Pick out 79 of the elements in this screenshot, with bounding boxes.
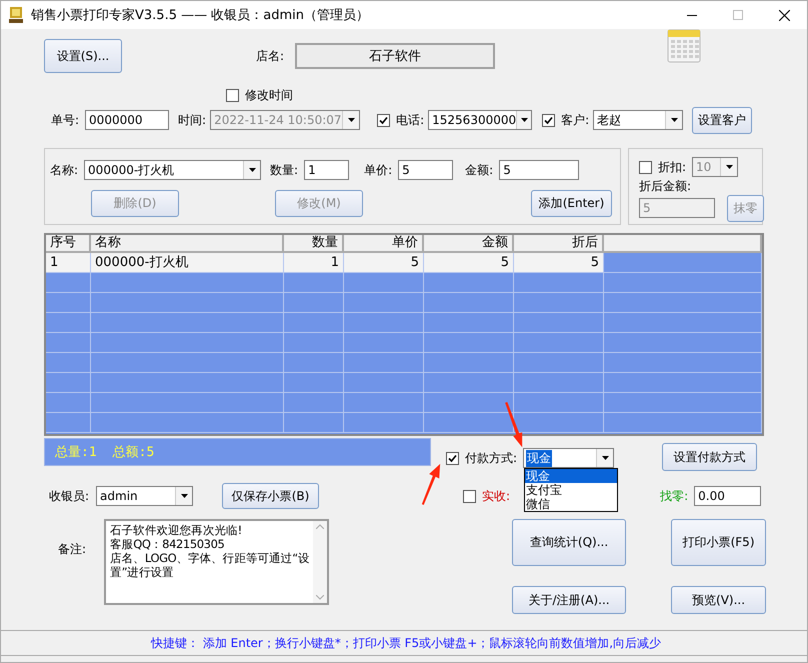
column-header: 折后 (514, 235, 604, 253)
settings-button[interactable]: 设置(S)... (44, 39, 122, 73)
combo-value: 000000-打火机 (87, 162, 174, 178)
table-cell (284, 373, 344, 393)
received-label: 实收: (482, 488, 510, 504)
customer-dropdown[interactable]: 老赵 (593, 110, 684, 130)
time-label: 时间: (178, 112, 206, 128)
action-button[interactable]: 预览(V)... (671, 586, 766, 614)
table-cell: 1 (284, 253, 344, 273)
dropdown-option[interactable]: 现金 (525, 469, 618, 483)
quantity-field[interactable]: 1 (304, 160, 350, 180)
change-field[interactable]: 0.00 (694, 486, 762, 506)
order-number-field[interactable]: 0000000 (85, 110, 170, 130)
customer-label: 客户: (561, 112, 590, 128)
annotation-arrow (420, 463, 442, 505)
combo-value: admin (99, 489, 138, 503)
discounted-amount-label: 折后金额: (639, 178, 692, 194)
annotation-arrow (504, 402, 524, 448)
shop-name-field: 石子软件 (295, 43, 496, 69)
table-cell: 5 (424, 253, 514, 273)
action-button[interactable]: 打印小票(F5) (671, 519, 766, 566)
column-header: 金额 (424, 235, 514, 253)
combo-value: 10 (695, 160, 712, 174)
table-cell (284, 293, 344, 313)
combo-value: 15256300000 (431, 113, 516, 127)
table-cell (284, 313, 344, 333)
memo-text: 石子软件欢迎您再次光临! 客服QQ：842150305 店名、LOGO、字体、行距等可通过“设置”进行设置 (109, 522, 310, 581)
cashier-label: 收银员: (49, 488, 90, 504)
action-button[interactable]: 查询统计(Q)... (512, 519, 626, 566)
item-button[interactable]: 添加(Enter) (531, 190, 612, 216)
summary-text: 总量:1 (55, 444, 97, 461)
combo-value: 2022-11-24 10:50:07 (213, 113, 342, 127)
price-field[interactable]: 5 (398, 160, 454, 180)
table-cell (284, 273, 344, 293)
modify-time-label: 修改时间 (245, 86, 293, 104)
save-receipt-button[interactable]: 仅保存小票(B) (222, 483, 320, 509)
quantity-label: 数量: (270, 162, 298, 178)
shop-label: 店名: (256, 48, 284, 64)
checkbox[interactable] (226, 88, 239, 102)
column-header: 单价 (344, 235, 424, 253)
table-cell: 5 (514, 253, 604, 273)
app-icon (9, 7, 23, 23)
table-cell (284, 333, 344, 353)
checkbox[interactable] (542, 114, 556, 126)
checkbox[interactable] (377, 114, 390, 126)
combo-value: 现金 (526, 450, 552, 466)
summary-text: 总额:5 (112, 444, 154, 461)
item-name-dropdown[interactable]: 000000-打火机 (84, 160, 262, 180)
table-cell (284, 413, 344, 433)
column-header: 序号 (46, 235, 91, 253)
table-cell: 000000-打火机 (91, 253, 284, 273)
set-customer-button[interactable]: 设置客户 (692, 106, 752, 134)
name-label: 名称: (50, 162, 78, 178)
table-cell: 1 (46, 253, 91, 273)
phone-label: 电话: (396, 112, 424, 128)
cashier-dropdown[interactable]: admin (96, 486, 194, 506)
payment-method-label: 付款方式: (465, 450, 518, 466)
window-title: 销售小票打印专家V3.5.5 —— 收银员：admin（管理员） (31, 7, 370, 24)
shortcut-hint: 快捷键： 添加 Enter；换行小键盘*；打印小票 F5或小键盘+；鼠标滚轮向前数值增加,向后减少 (151, 634, 662, 652)
combo-value: 老赵 (596, 112, 622, 128)
amount-label: 金额: (465, 162, 494, 178)
discount-label: 折扣: (658, 158, 686, 176)
order-number-label: 单号: (51, 112, 80, 128)
change-label: 找零: (660, 488, 688, 504)
checkbox[interactable] (446, 452, 459, 464)
price-label: 单价: (364, 162, 392, 178)
set-payment-method-button[interactable]: 设置付款方式 (662, 443, 758, 471)
column-header: 数量 (284, 235, 344, 253)
column-header: 名称 (91, 235, 284, 253)
table-cell: 5 (344, 253, 424, 273)
amount-field[interactable]: 5 (499, 160, 580, 180)
close-icon[interactable] (778, 10, 790, 20)
table-cell (284, 353, 344, 373)
minimize-icon[interactable] (687, 14, 697, 16)
phone-dropdown[interactable]: 15256300000 (428, 110, 532, 130)
memo-label: 备注: (58, 541, 86, 558)
action-button[interactable]: 关于/注册(A)... (512, 586, 626, 614)
table-cell (284, 393, 344, 413)
checkbox[interactable] (463, 490, 476, 502)
